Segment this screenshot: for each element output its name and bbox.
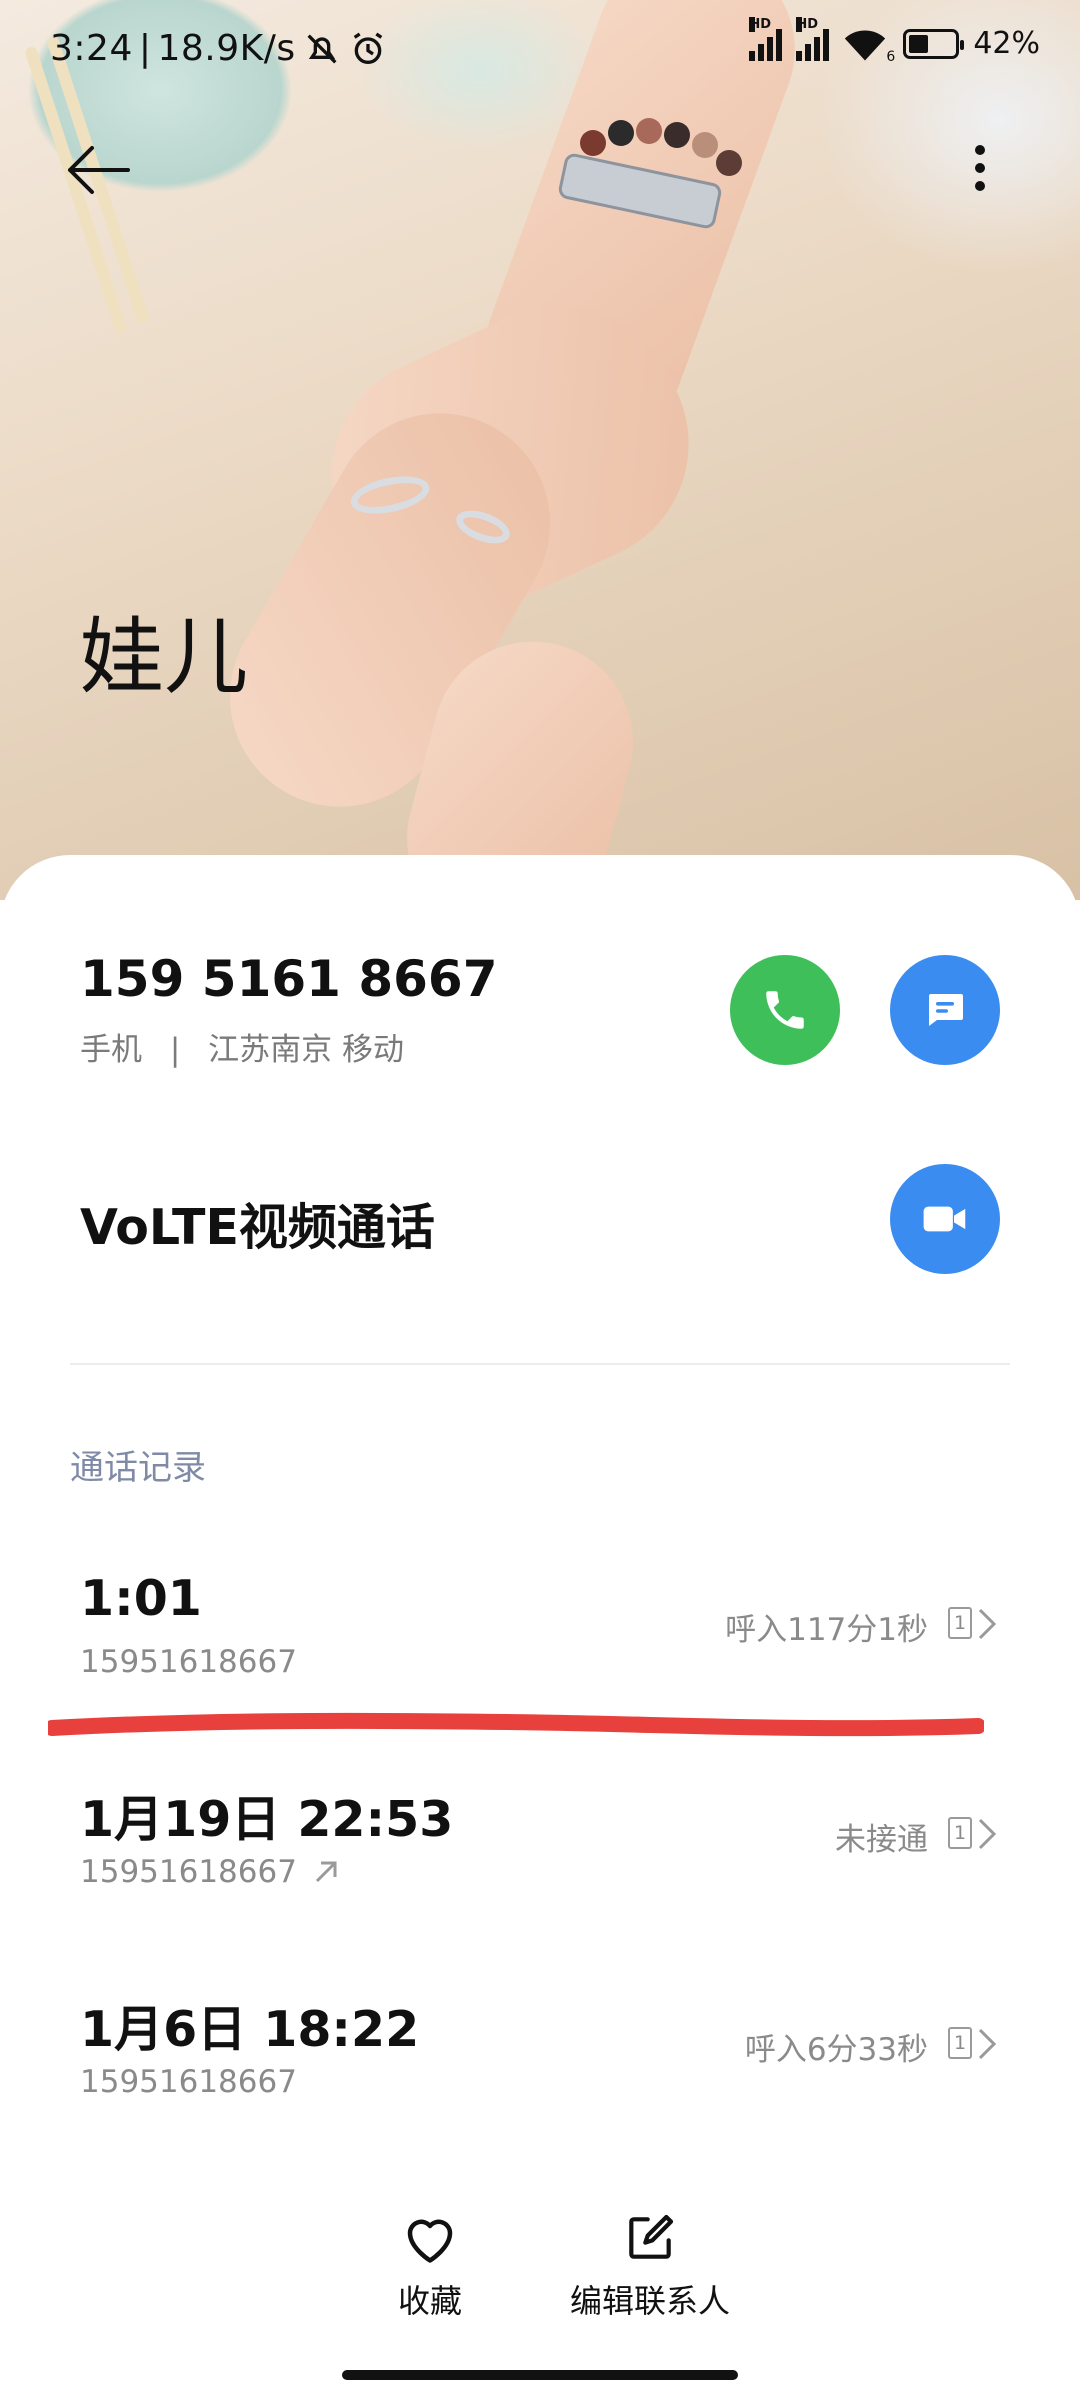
meta-separator: | xyxy=(169,1032,181,1068)
more-options-button[interactable] xyxy=(960,130,1000,210)
sim-badge: 1 xyxy=(948,1607,972,1639)
chevron-right-icon xyxy=(978,1608,997,1640)
favorite-label: 收藏 xyxy=(397,2282,462,2320)
bead xyxy=(692,132,718,158)
battery-icon xyxy=(903,28,965,59)
wifi-generation: 6 xyxy=(886,48,896,65)
heart-icon xyxy=(407,2219,453,2263)
sim-badge: 1 xyxy=(948,1817,972,1849)
contact-photo xyxy=(0,0,1080,900)
call-time: 1:01 xyxy=(80,1570,202,1627)
message-icon xyxy=(929,994,963,1026)
call-number-text: 15951618667 xyxy=(80,2064,297,2100)
video-call-button[interactable] xyxy=(890,1164,1000,1274)
chevron-right-icon xyxy=(978,2028,997,2060)
phone-meta: 手机 | 江苏南京 移动 xyxy=(80,1024,404,1069)
wifi-icon: 6 xyxy=(843,27,895,65)
phone-icon xyxy=(766,991,804,1029)
status-bar: 3:24 | 18.9K/s HD HD 6 42% xyxy=(0,0,1080,100)
battery-level xyxy=(909,34,928,53)
edit-contact-button[interactable]: 编辑联系人 xyxy=(560,2210,740,2322)
bead xyxy=(664,122,690,148)
call-log-title: 通话记录 xyxy=(70,1448,206,1488)
message-button[interactable] xyxy=(890,955,1000,1065)
call-number: 15951618667 xyxy=(80,1644,297,1680)
edit-contact-label: 编辑联系人 xyxy=(569,2282,730,2320)
annotation-underline xyxy=(48,1712,984,1737)
favorite-button[interactable]: 收藏 xyxy=(380,2210,480,2322)
status-right: HD HD 6 42% xyxy=(749,16,1040,65)
phone-number[interactable]: 159 5161 8667 xyxy=(80,950,498,1008)
status-left: 3:24 | 18.9K/s xyxy=(50,28,388,69)
call-log-item[interactable]: 1月6日 18:22 15951618667 呼入6分33秒 1 xyxy=(0,1990,1080,2190)
sim1-tag: HD xyxy=(749,16,771,32)
sim-badge: 1 xyxy=(948,2027,972,2059)
video-camera-icon xyxy=(923,1206,966,1232)
contact-name: 娃儿 xyxy=(80,608,249,706)
more-vert-icon xyxy=(975,145,985,191)
call-number-text: 15951618667 xyxy=(80,1854,297,1890)
home-indicator[interactable] xyxy=(342,2370,738,2380)
call-number: 15951618667 xyxy=(80,2064,297,2100)
call-time: 1月6日 18:22 xyxy=(80,2001,420,2058)
call-button[interactable] xyxy=(730,955,840,1065)
alarm-icon xyxy=(353,32,382,64)
outgoing-call-arrow-icon xyxy=(315,1861,337,1883)
sim2-tag: HD xyxy=(796,16,818,32)
bead xyxy=(608,120,634,146)
chevron-right-icon xyxy=(978,1818,997,1850)
battery-percent: 42% xyxy=(973,26,1040,61)
call-status: 呼入117分1秒 xyxy=(725,1612,928,1648)
net-speed: 18.9K/s xyxy=(157,28,296,69)
call-status: 未接通 xyxy=(835,1822,928,1858)
call-time: 1月19日 22:53 xyxy=(80,1791,454,1848)
divider xyxy=(70,1363,1010,1365)
volte-video-call-label[interactable]: VoLTE视频通话 xyxy=(80,1188,435,1259)
status-time: 3:24 xyxy=(50,28,133,69)
call-number: 15951618667 xyxy=(80,1854,341,1890)
bead xyxy=(636,118,662,144)
bead xyxy=(580,130,606,156)
status-separator: | xyxy=(138,28,152,69)
back-arrow-icon xyxy=(68,146,130,194)
back-button[interactable] xyxy=(62,140,134,200)
call-log-item[interactable]: 1月19日 22:53 15951618667 未接通 1 xyxy=(0,1780,1080,1980)
phone-type: 手机 xyxy=(80,1032,142,1068)
call-number-text: 15951618667 xyxy=(80,1644,297,1680)
phone-location: 江苏南京 移动 xyxy=(208,1032,405,1068)
edit-icon xyxy=(629,2214,674,2259)
mute-bell-icon xyxy=(307,33,337,64)
call-status: 呼入6分33秒 xyxy=(744,2032,928,2068)
signal-sim2-icon: HD xyxy=(796,16,830,61)
signal-sim1-icon: HD xyxy=(749,16,783,61)
bead xyxy=(716,150,742,176)
